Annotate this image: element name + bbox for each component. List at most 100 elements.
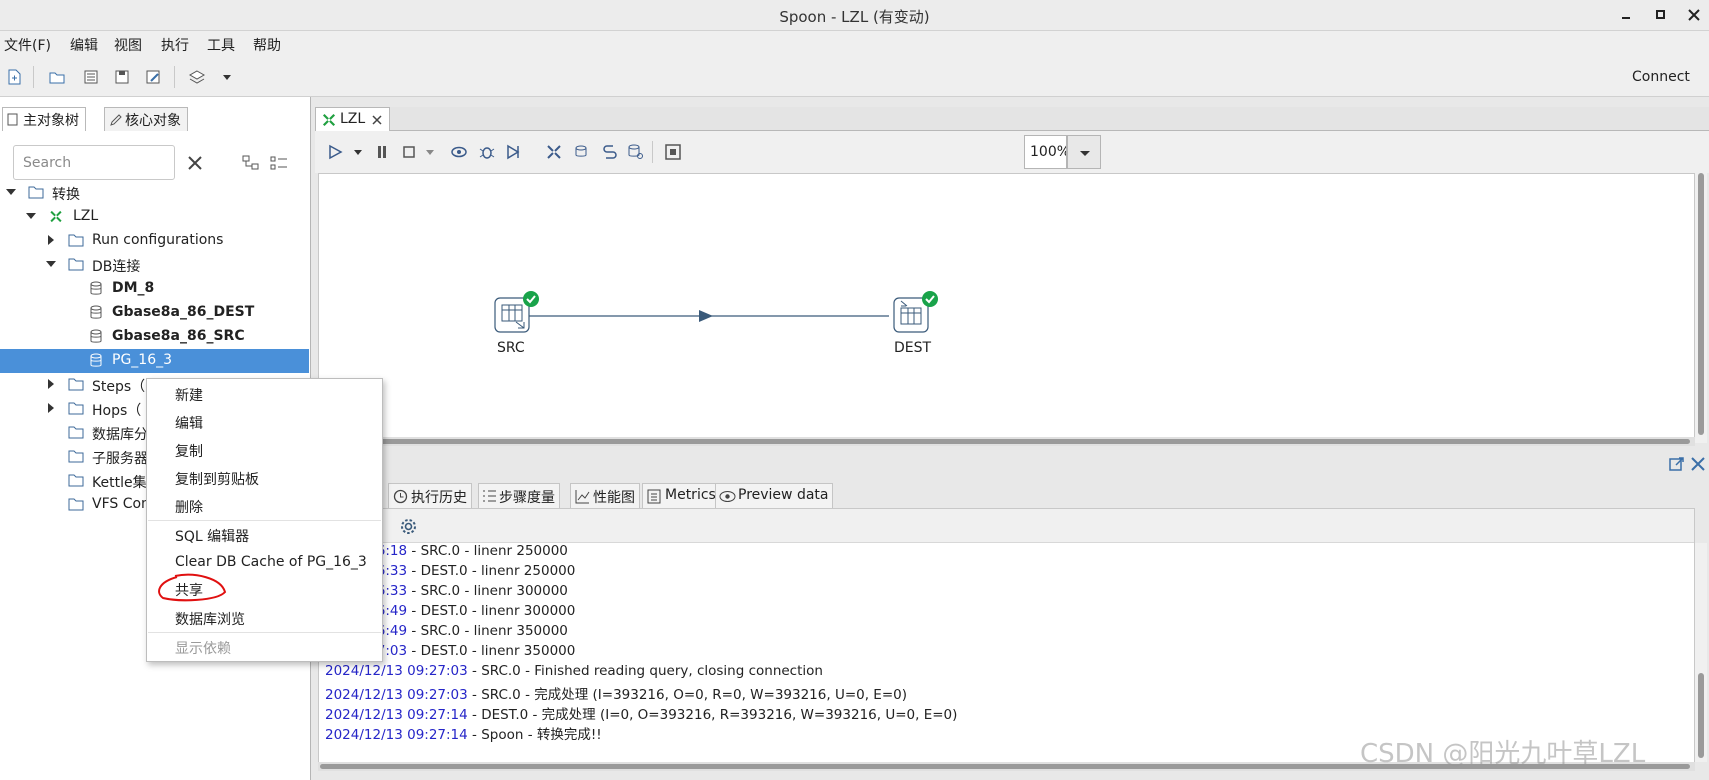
- chevron-down-icon[interactable]: [349, 143, 367, 161]
- log-line: 2024/12/13 09:27:03 - SRC.0 - Finished r…: [325, 663, 823, 679]
- zoom-dropdown-button[interactable]: [1067, 135, 1101, 169]
- replay-icon[interactable]: [505, 143, 523, 161]
- menu-item-edit[interactable]: 编辑: [175, 413, 203, 433]
- tree-node-db-connections[interactable]: DB连接: [0, 253, 309, 277]
- folder-icon: [68, 474, 84, 487]
- close-panel-icon[interactable]: [1690, 456, 1706, 472]
- menu-item-clear-db-cache[interactable]: Clear DB Cache of PG_16_3: [175, 554, 367, 570]
- stop-icon[interactable]: [400, 143, 418, 161]
- chevron-down-icon[interactable]: [421, 143, 439, 161]
- menu-item-new[interactable]: 新建: [175, 385, 203, 405]
- close-tab-icon[interactable]: [372, 115, 382, 125]
- clear-search-icon[interactable]: [187, 155, 203, 171]
- editor-tab-bar: LZL: [315, 107, 1709, 132]
- ok-badge-icon: [922, 291, 938, 307]
- log-vertical-scrollbar[interactable]: [1695, 543, 1707, 762]
- preview-icon[interactable]: [450, 143, 468, 161]
- collapse-tree-icon[interactable]: [242, 155, 260, 171]
- sql-icon[interactable]: [601, 143, 619, 161]
- debug-icon[interactable]: [478, 143, 496, 161]
- tree-node-run-configurations[interactable]: Run configurations: [0, 229, 309, 253]
- canvas-toolbar: 100%: [315, 131, 1709, 173]
- close-window-button[interactable]: [1684, 5, 1704, 25]
- tab-metrics[interactable]: Metrics: [642, 483, 721, 508]
- folder-icon: [68, 426, 84, 439]
- menu-item-delete[interactable]: 删除: [175, 497, 203, 517]
- tree-node-connection-selected[interactable]: PG_16_3: [0, 349, 309, 373]
- show-results-icon[interactable]: [664, 143, 682, 161]
- zoom-field[interactable]: 100%: [1024, 135, 1067, 169]
- close-icon: [1688, 9, 1700, 21]
- tree-node-connection[interactable]: Gbase8a_86_DEST: [0, 301, 309, 325]
- folder-icon: [68, 234, 84, 247]
- caret-right-icon: [48, 403, 54, 413]
- watermark: CSDN @阳光九叶草LZL: [1360, 739, 1646, 769]
- canvas-vertical-scrollbar[interactable]: [1695, 173, 1707, 443]
- explore-db-icon[interactable]: [627, 143, 645, 161]
- menu-view[interactable]: 视图: [114, 35, 142, 55]
- tree-tab-icon: [7, 113, 18, 126]
- history-icon: [393, 489, 408, 504]
- menu-separator: [148, 520, 381, 521]
- tree-node-connection[interactable]: DM_8: [0, 277, 309, 301]
- caret-right-icon: [48, 379, 54, 389]
- step-dest-icon[interactable]: [893, 297, 929, 333]
- impact-icon[interactable]: [573, 143, 591, 161]
- menu-item-explore-db[interactable]: 数据库浏览: [175, 609, 245, 629]
- tab-trans-lzl[interactable]: LZL: [315, 107, 390, 132]
- transformation-canvas[interactable]: SRC DEST: [318, 173, 1695, 443]
- menu-item-sql-editor[interactable]: SQL 编辑器: [175, 526, 249, 546]
- log-line: 2024/12/13 09:27:03 - SRC.0 - 完成处理 (I=39…: [325, 687, 908, 703]
- title-bar: Spoon - LZL (有变动): [0, 0, 1709, 31]
- pencil-icon: [110, 114, 122, 126]
- connect-button[interactable]: Connect: [1632, 69, 1690, 85]
- run-icon[interactable]: [326, 143, 344, 161]
- database-icon: [90, 353, 102, 367]
- maximize-panel-icon[interactable]: [1669, 456, 1685, 472]
- new-file-icon[interactable]: [5, 68, 23, 86]
- menu-run[interactable]: 执行: [161, 35, 189, 55]
- database-icon: [90, 305, 102, 319]
- window-title: Spoon - LZL (有变动): [779, 8, 930, 26]
- verify-icon[interactable]: [545, 143, 563, 161]
- search-input[interactable]: [13, 145, 175, 180]
- canvas-horizontal-scrollbar[interactable]: [318, 437, 1695, 446]
- log-panel: 13 09:26:18 - SRC.0 - linenr 250000 13 0…: [318, 508, 1695, 770]
- database-icon: [90, 329, 102, 343]
- menu-help[interactable]: 帮助: [253, 35, 281, 55]
- tree-node-connection[interactable]: Gbase8a_86_SRC: [0, 325, 309, 349]
- tab-step-metrics[interactable]: 步骤度量: [478, 483, 560, 508]
- tab-core-objects[interactable]: 核心对象: [104, 107, 188, 131]
- log-toolbar: [319, 509, 1694, 543]
- explore-repo-icon[interactable]: [82, 68, 100, 86]
- save-as-icon[interactable]: [144, 68, 162, 86]
- menu-item-copy-to-clipboard[interactable]: 复制到剪贴板: [175, 469, 259, 489]
- menu-item-duplicate[interactable]: 复制: [175, 441, 203, 461]
- caret-down-icon: [6, 189, 16, 195]
- expand-tree-icon[interactable]: [270, 155, 288, 171]
- save-icon[interactable]: [113, 68, 131, 86]
- settings-gear-icon[interactable]: [400, 518, 417, 535]
- layers-icon[interactable]: [188, 68, 206, 86]
- tree-node-trans-lzl[interactable]: LZL: [0, 205, 309, 229]
- menu-tools[interactable]: 工具: [207, 35, 235, 55]
- open-folder-icon[interactable]: [48, 68, 66, 86]
- log-line: 2024/12/13 09:27:14 - Spoon - 转换完成!!: [325, 727, 602, 743]
- minimize-button[interactable]: [1616, 5, 1636, 25]
- tab-performance-graph[interactable]: 性能图: [570, 483, 640, 508]
- ok-badge-icon: [523, 291, 539, 307]
- maximize-button[interactable]: [1651, 5, 1671, 25]
- pause-icon[interactable]: [373, 143, 391, 161]
- context-menu: 新建 编辑 复制 复制到剪贴板 删除 SQL 编辑器 Clear DB Cach…: [146, 378, 383, 662]
- transformation-icon: [50, 210, 62, 223]
- tab-execution-history[interactable]: 执行历史: [388, 483, 472, 508]
- tree-node-transformations[interactable]: 转换: [0, 181, 309, 205]
- menu-bar: 文件(F) 编辑 视图 执行 工具 帮助: [0, 31, 1709, 57]
- tab-main-tree[interactable]: 主对象树: [2, 107, 86, 131]
- chevron-down-icon[interactable]: [218, 68, 236, 86]
- menu-file[interactable]: 文件(F): [4, 35, 51, 55]
- folder-icon: [28, 186, 44, 199]
- menu-edit[interactable]: 编辑: [70, 35, 98, 55]
- tab-preview-data[interactable]: Preview data: [715, 483, 834, 508]
- step-src-icon[interactable]: [494, 297, 530, 333]
